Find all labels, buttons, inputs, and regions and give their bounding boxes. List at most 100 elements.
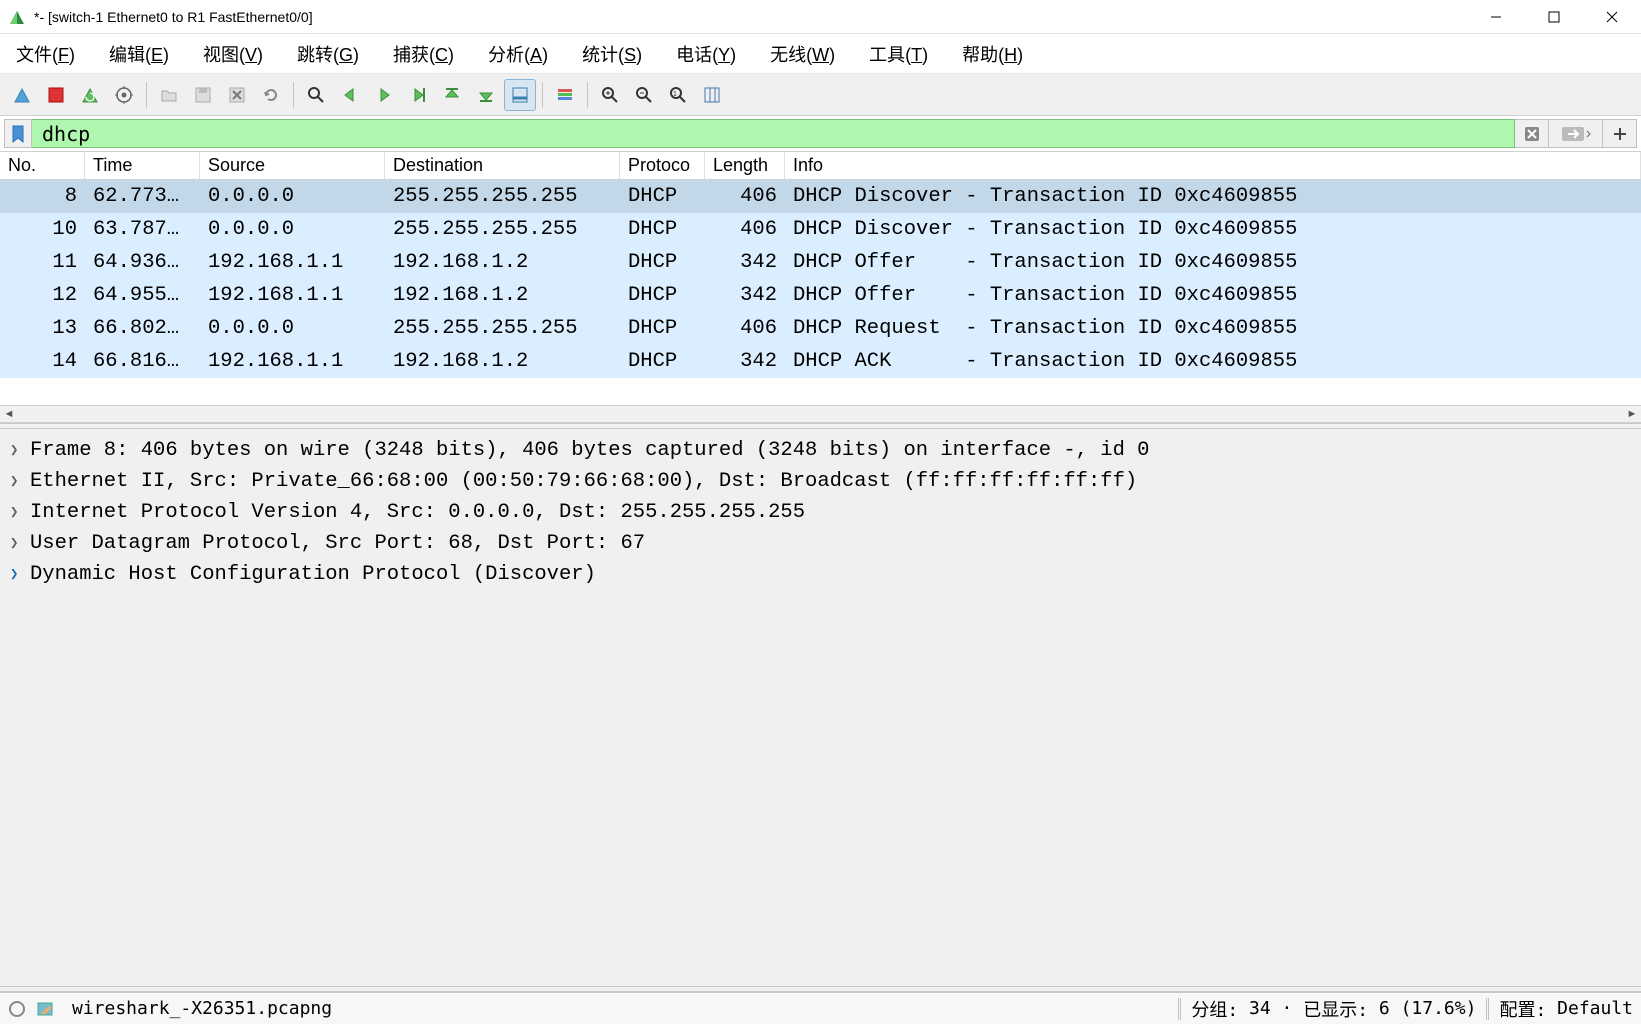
menu-wireless[interactable]: 无线(W) — [770, 41, 835, 67]
reload-file-button[interactable] — [255, 79, 287, 111]
find-packet-button[interactable] — [300, 79, 332, 111]
packet-row[interactable]: 1466.816…192.168.1.1192.168.1.2DHCP342DH… — [0, 345, 1641, 378]
packet-row[interactable]: 862.773…0.0.0.0255.255.255.255DHCP406DHC… — [0, 180, 1641, 213]
statusbar: wireshark_-X26351.pcapng 分组: 34 · 已显示: 6… — [0, 992, 1641, 1024]
detail-text: Internet Protocol Version 4, Src: 0.0.0.… — [30, 501, 805, 524]
cell-dest: 192.168.1.2 — [385, 284, 620, 307]
expand-icon[interactable]: ❯ — [10, 504, 30, 521]
detail-row[interactable]: ❯Internet Protocol Version 4, Src: 0.0.0… — [0, 497, 1641, 528]
col-header-info[interactable]: Info — [785, 152, 1641, 179]
cell-dest: 255.255.255.255 — [385, 185, 620, 208]
filter-apply-button[interactable] — [1549, 119, 1603, 148]
packet-row[interactable]: 1264.955…192.168.1.1192.168.1.2DHCP342DH… — [0, 279, 1641, 312]
cell-time: 63.787… — [85, 218, 200, 241]
packet-list-header: No. Time Source Destination Protoco Leng… — [0, 152, 1641, 180]
packet-row[interactable]: 1164.936…192.168.1.1192.168.1.2DHCP342DH… — [0, 246, 1641, 279]
expand-icon[interactable]: ❯ — [10, 442, 30, 459]
cell-dest: 192.168.1.2 — [385, 251, 620, 274]
toolbar: 1 — [0, 74, 1641, 116]
cell-no: 14 — [0, 350, 85, 373]
menu-file[interactable]: 文件(F) — [16, 41, 75, 67]
col-header-no[interactable]: No. — [0, 152, 85, 179]
menu-goto[interactable]: 跳转(G) — [297, 41, 359, 67]
menu-edit[interactable]: 编辑(E) — [109, 41, 169, 67]
packet-list[interactable]: 862.773…0.0.0.0255.255.255.255DHCP406DHC… — [0, 180, 1641, 405]
col-header-source[interactable]: Source — [200, 152, 385, 179]
col-header-time[interactable]: Time — [85, 152, 200, 179]
cell-source: 0.0.0.0 — [200, 185, 385, 208]
cell-time: 62.773… — [85, 185, 200, 208]
titlebar: *- [switch-1 Ethernet0 to R1 FastEtherne… — [0, 0, 1641, 34]
col-header-length[interactable]: Length — [705, 152, 785, 179]
filter-add-button[interactable] — [1603, 119, 1637, 148]
col-header-proto[interactable]: Protoco — [620, 152, 705, 179]
menu-help[interactable]: 帮助(H) — [962, 41, 1023, 67]
packet-row[interactable]: 1063.787…0.0.0.0255.255.255.255DHCP406DH… — [0, 213, 1641, 246]
start-capture-button[interactable] — [6, 79, 38, 111]
packet-list-hscroll[interactable]: ◄► — [0, 405, 1641, 423]
col-header-dest[interactable]: Destination — [385, 152, 620, 179]
status-profile[interactable]: Default — [1557, 998, 1633, 1019]
close-button[interactable] — [1583, 0, 1641, 34]
expand-icon[interactable]: ❯ — [10, 473, 30, 490]
menu-capture[interactable]: 捕获(C) — [393, 41, 454, 67]
detail-row[interactable]: ❯User Datagram Protocol, Src Port: 68, D… — [0, 528, 1641, 559]
detail-row[interactable]: ❯Frame 8: 406 bytes on wire (3248 bits),… — [0, 435, 1641, 466]
capture-options-button[interactable] — [108, 79, 140, 111]
cell-info: DHCP Discover - Transaction ID 0xc460985… — [785, 185, 1641, 208]
goto-packet-button[interactable] — [402, 79, 434, 111]
restart-capture-button[interactable] — [74, 79, 106, 111]
svg-text:1: 1 — [673, 91, 677, 98]
cell-info: DHCP Offer - Transaction ID 0xc4609855 — [785, 251, 1641, 274]
menu-stats[interactable]: 统计(S) — [582, 41, 642, 67]
cell-time: 64.955… — [85, 284, 200, 307]
menu-telephony[interactable]: 电话(Y) — [676, 41, 736, 67]
cell-source: 0.0.0.0 — [200, 218, 385, 241]
display-filter-input[interactable] — [32, 119, 1515, 148]
menu-analyze[interactable]: 分析(A) — [488, 41, 548, 67]
status-profile-label: 配置: — [1499, 996, 1546, 1022]
close-file-button[interactable] — [221, 79, 253, 111]
cell-source: 192.168.1.1 — [200, 284, 385, 307]
cell-info: DHCP Offer - Transaction ID 0xc4609855 — [785, 284, 1641, 307]
auto-scroll-button[interactable] — [504, 79, 536, 111]
detail-row[interactable]: ❯Ethernet II, Src: Private_66:68:00 (00:… — [0, 466, 1641, 497]
zoom-reset-button[interactable]: 1 — [662, 79, 694, 111]
filter-bookmark-button[interactable] — [4, 119, 32, 148]
cell-no: 8 — [0, 185, 85, 208]
status-displayed-label: 已显示: — [1303, 996, 1368, 1022]
zoom-in-button[interactable] — [594, 79, 626, 111]
open-file-button[interactable] — [153, 79, 185, 111]
go-forward-button[interactable] — [368, 79, 400, 111]
packet-details-pane[interactable]: ❯Frame 8: 406 bytes on wire (3248 bits),… — [0, 429, 1641, 986]
window-title: *- [switch-1 Ethernet0 to R1 FastEtherne… — [34, 9, 313, 25]
expand-icon[interactable]: ❯ — [10, 566, 30, 583]
filter-clear-button[interactable] — [1515, 119, 1549, 148]
detail-row[interactable]: ❯Dynamic Host Configuration Protocol (Di… — [0, 559, 1641, 590]
save-file-button[interactable] — [187, 79, 219, 111]
cell-time: 64.936… — [85, 251, 200, 274]
cell-length: 406 — [705, 185, 785, 208]
packet-row[interactable]: 1366.802…0.0.0.0255.255.255.255DHCP406DH… — [0, 312, 1641, 345]
resize-columns-button[interactable] — [696, 79, 728, 111]
colorize-button[interactable] — [549, 79, 581, 111]
status-packets: 34 — [1249, 998, 1271, 1019]
stop-capture-button[interactable] — [40, 79, 72, 111]
detail-text: User Datagram Protocol, Src Port: 68, Ds… — [30, 532, 645, 555]
zoom-out-button[interactable] — [628, 79, 660, 111]
menu-tools[interactable]: 工具(T) — [869, 41, 928, 67]
cell-proto: DHCP — [620, 251, 705, 274]
maximize-button[interactable] — [1525, 0, 1583, 34]
edit-capture-icon[interactable] — [36, 1000, 54, 1018]
expert-info-icon[interactable] — [8, 1000, 26, 1018]
expand-icon[interactable]: ❯ — [10, 535, 30, 552]
go-back-button[interactable] — [334, 79, 366, 111]
minimize-button[interactable] — [1467, 0, 1525, 34]
menu-view[interactable]: 视图(V) — [203, 41, 263, 67]
status-file: wireshark_-X26351.pcapng — [72, 998, 332, 1019]
cell-info: DHCP Request - Transaction ID 0xc4609855 — [785, 317, 1641, 340]
app-icon — [8, 8, 26, 26]
cell-source: 192.168.1.1 — [200, 350, 385, 373]
goto-first-button[interactable] — [436, 79, 468, 111]
goto-last-button[interactable] — [470, 79, 502, 111]
